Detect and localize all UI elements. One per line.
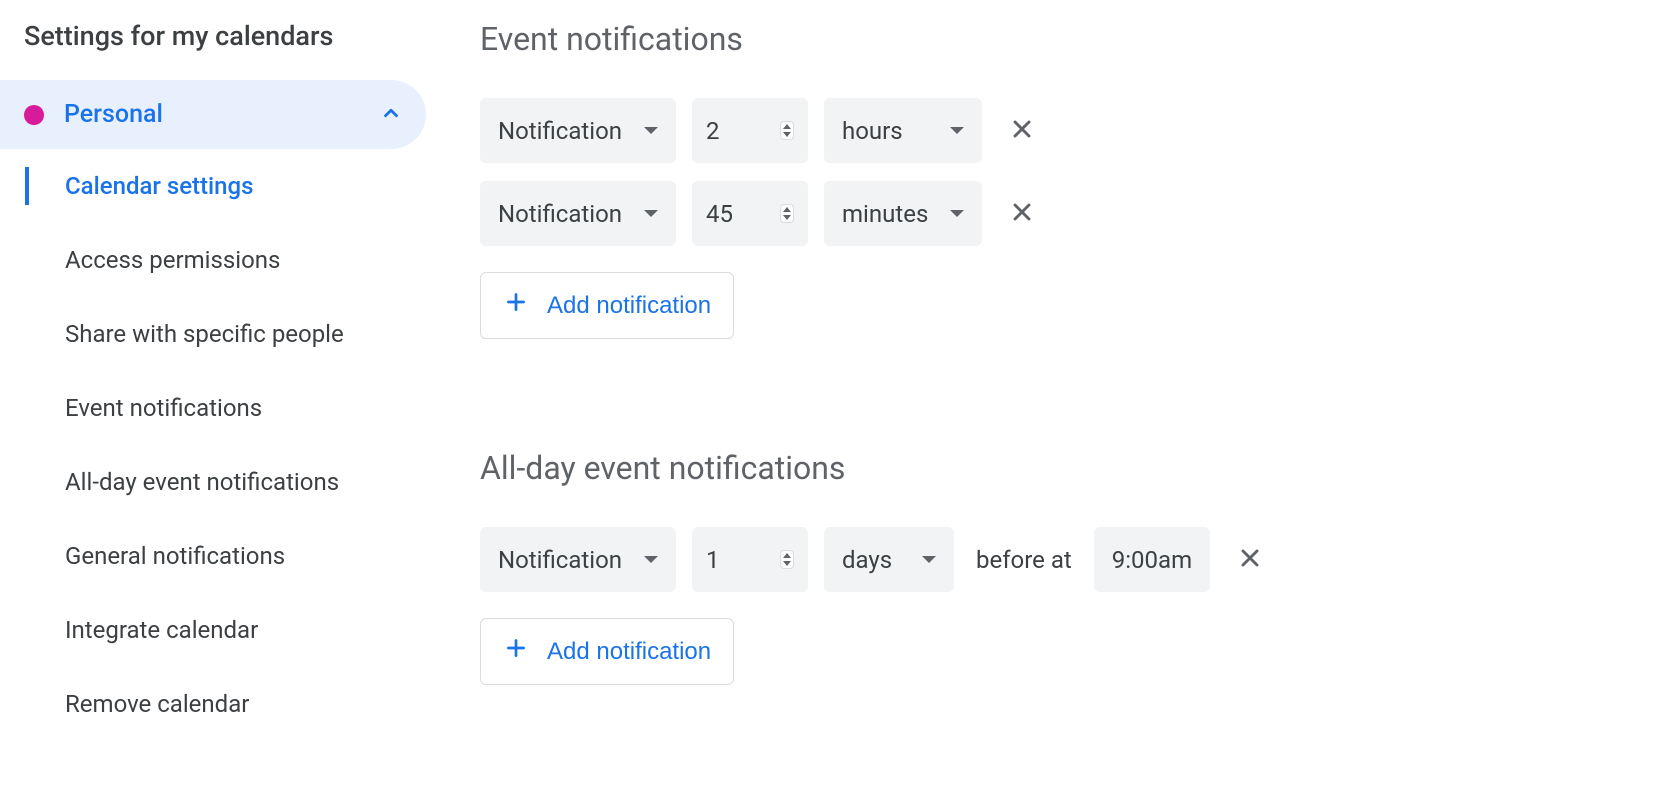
notification-type-value: Notification <box>498 546 622 574</box>
notification-unit-select[interactable]: days <box>824 527 954 592</box>
notification-unit-select[interactable]: minutes <box>824 181 982 246</box>
dropdown-arrow-icon <box>922 556 936 563</box>
notification-row: Notification 2 hours <box>480 98 1626 163</box>
calendar-color-dot <box>24 105 44 125</box>
spinner-up-icon[interactable] <box>782 206 792 213</box>
close-icon <box>1236 544 1264 575</box>
add-event-notification-label: Add notification <box>547 292 711 320</box>
remove-notification-button[interactable] <box>1226 534 1274 585</box>
chevron-up-icon <box>380 102 402 128</box>
plus-icon <box>503 289 529 322</box>
notification-value: 2 <box>706 117 720 145</box>
notification-unit-select[interactable]: hours <box>824 98 982 163</box>
close-icon <box>1008 115 1036 146</box>
sidebar-nav-item[interactable]: General notifications <box>29 519 440 593</box>
sidebar-nav-item[interactable]: Integrate calendar <box>29 593 440 667</box>
number-spinner[interactable] <box>780 550 794 569</box>
dropdown-arrow-icon <box>950 127 964 134</box>
notification-unit-value: days <box>842 546 892 574</box>
notification-type-value: Notification <box>498 117 622 145</box>
sidebar-nav: Calendar settingsAccess permissionsShare… <box>25 149 440 741</box>
notification-time-value: 9:00am <box>1112 546 1192 574</box>
notification-value-input[interactable]: 2 <box>692 98 808 163</box>
calendar-toggle[interactable]: Personal <box>0 80 426 149</box>
notification-type-select[interactable]: Notification <box>480 527 676 592</box>
sidebar: Settings for my calendars Personal Calen… <box>0 0 440 802</box>
number-spinner[interactable] <box>780 121 794 140</box>
notification-value-input[interactable]: 1 <box>692 527 808 592</box>
sidebar-nav-item[interactable]: Remove calendar <box>29 667 440 741</box>
dropdown-arrow-icon <box>950 210 964 217</box>
notification-value-input[interactable]: 45 <box>692 181 808 246</box>
dropdown-arrow-icon <box>644 556 658 563</box>
allday-notifications-section: All-day event notifications Notification… <box>480 449 1626 685</box>
notification-row: Notification 45 minutes <box>480 181 1626 246</box>
add-allday-notification-label: Add notification <box>547 638 711 666</box>
add-event-notification-button[interactable]: Add notification <box>480 272 734 339</box>
number-spinner[interactable] <box>780 204 794 223</box>
dropdown-arrow-icon <box>644 210 658 217</box>
dropdown-arrow-icon <box>644 127 658 134</box>
sidebar-title: Settings for my calendars <box>0 20 440 80</box>
close-icon <box>1008 198 1036 229</box>
remove-notification-button[interactable] <box>998 188 1046 239</box>
sidebar-nav-item[interactable]: Calendar settings <box>29 149 440 223</box>
add-allday-notification-button[interactable]: Add notification <box>480 618 734 685</box>
spinner-down-icon[interactable] <box>782 560 792 567</box>
calendar-name: Personal <box>64 100 380 129</box>
notification-unit-value: hours <box>842 117 903 145</box>
spinner-down-icon[interactable] <box>782 214 792 221</box>
spinner-up-icon[interactable] <box>782 123 792 130</box>
notification-type-select[interactable]: Notification <box>480 98 676 163</box>
plus-icon <box>503 635 529 668</box>
notification-type-select[interactable]: Notification <box>480 181 676 246</box>
event-notifications-title: Event notifications <box>480 20 1626 58</box>
sidebar-nav-item[interactable]: Share with specific people <box>29 297 440 371</box>
sidebar-nav-item[interactable]: Event notifications <box>29 371 440 445</box>
notification-time-input[interactable]: 9:00am <box>1094 527 1210 592</box>
notification-unit-value: minutes <box>842 200 928 228</box>
notification-value: 1 <box>706 546 720 574</box>
spinner-up-icon[interactable] <box>782 552 792 559</box>
allday-notifications-title: All-day event notifications <box>480 449 1626 487</box>
before-at-text: before at <box>976 546 1072 574</box>
remove-notification-button[interactable] <box>998 105 1046 156</box>
sidebar-nav-item[interactable]: All-day event notifications <box>29 445 440 519</box>
sidebar-nav-item[interactable]: Access permissions <box>29 223 440 297</box>
notification-row: Notification 1 days before at 9:00am <box>480 527 1626 592</box>
notification-type-value: Notification <box>498 200 622 228</box>
spinner-down-icon[interactable] <box>782 131 792 138</box>
notification-value: 45 <box>706 200 733 228</box>
main-content: Event notifications Notification2hoursNo… <box>440 0 1666 802</box>
event-notifications-section: Event notifications Notification2hoursNo… <box>480 20 1626 339</box>
